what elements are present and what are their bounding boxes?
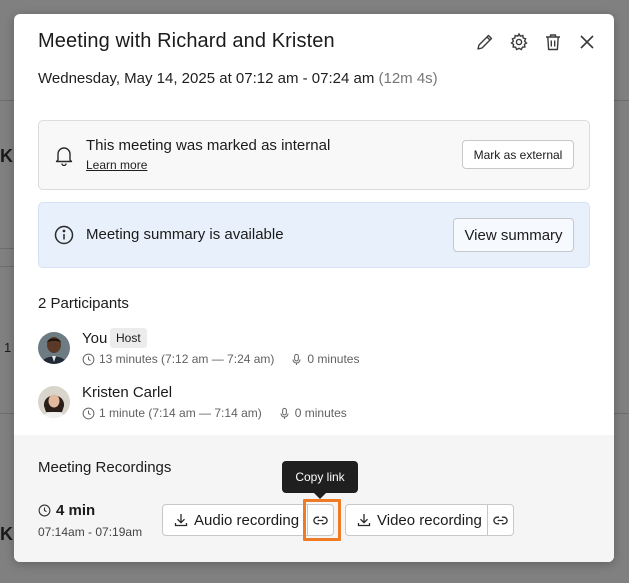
- participant-mic-time: 0 minutes: [307, 352, 360, 366]
- participant-name: Kristen Carlel: [82, 384, 173, 401]
- internal-meeting-notice: This meeting was marked as internal Lear…: [38, 120, 590, 190]
- download-icon: [174, 514, 188, 527]
- meeting-details-dialog: Meeting with Richard and Kristen Wednesd…: [14, 14, 614, 562]
- microphone-icon: [280, 407, 289, 419]
- meeting-duration: (12m 4s): [378, 70, 438, 87]
- bell-icon: [53, 144, 75, 167]
- participant-meta: 13 minutes (7:12 am — 7:24 am) 0 minutes: [82, 352, 359, 366]
- recording-duration: 4 min: [38, 502, 95, 519]
- info-icon: [53, 224, 75, 246]
- meeting-recordings-section: Meeting Recordings 4 min 07:14am - 07:19…: [14, 435, 614, 562]
- video-recording-control: Video recording: [345, 504, 514, 536]
- backdrop-divider: [0, 248, 14, 249]
- close-icon[interactable]: [576, 31, 598, 53]
- clock-icon: [82, 407, 95, 419]
- participant-time: 13 minutes (7:12 am — 7:24 am): [99, 352, 275, 366]
- clock-icon: [38, 504, 51, 517]
- participant-row: You Host 13 minutes (7:12 am — 7:24 am) …: [38, 328, 458, 370]
- edit-icon[interactable]: [474, 31, 496, 53]
- summary-available-notice: Meeting summary is available View summar…: [38, 202, 590, 268]
- view-summary-button[interactable]: View summary: [453, 218, 574, 252]
- copy-video-link-button[interactable]: [487, 505, 513, 535]
- copy-audio-link-button[interactable]: [303, 499, 341, 541]
- video-recording-label: Video recording: [377, 511, 482, 529]
- backdrop-divider: [613, 100, 629, 101]
- participant-mic-time: 0 minutes: [294, 406, 347, 420]
- recordings-heading: Meeting Recordings: [38, 459, 172, 476]
- host-badge: Host: [110, 328, 147, 348]
- avatar: [38, 386, 70, 418]
- summary-notice-title: Meeting summary is available: [86, 226, 284, 243]
- recording-duration-text: 4 min: [56, 502, 96, 519]
- dialog-title: Meeting with Richard and Kristen: [38, 30, 335, 52]
- avatar: [38, 332, 70, 364]
- audio-recording-control: Audio recording: [162, 499, 341, 541]
- meeting-datetime: Wednesday, May 14, 2025 at 07:12 am - 07…: [38, 70, 438, 87]
- trash-icon[interactable]: [542, 31, 564, 53]
- mark-as-external-button[interactable]: Mark as external: [462, 140, 574, 169]
- backdrop-divider: [0, 100, 14, 101]
- link-icon: [493, 516, 508, 524]
- participant-row: Kristen Carlel 1 minute (7:14 am — 7:14 …: [38, 384, 458, 424]
- participant-meta: 1 minute (7:14 am — 7:14 am) 0 minutes: [82, 406, 347, 420]
- dialog-header-actions: [474, 31, 598, 53]
- audio-recording-label: Audio recording: [194, 511, 300, 529]
- learn-more-link[interactable]: Learn more: [86, 158, 147, 172]
- participants-heading: 2 Participants: [38, 295, 129, 312]
- recording-time-range: 07:14am - 07:19am: [38, 525, 143, 539]
- backdrop-divider: [0, 266, 14, 267]
- download-audio-button[interactable]: Audio recording: [163, 505, 307, 535]
- clock-icon: [82, 353, 95, 365]
- copy-link-tooltip: Copy link: [282, 461, 358, 499]
- participant-name: You: [82, 330, 108, 347]
- link-icon: [313, 516, 328, 524]
- backdrop-divider: [613, 413, 629, 414]
- download-video-button[interactable]: Video recording: [346, 505, 487, 535]
- participant-time: 1 minute (7:14 am — 7:14 am): [99, 406, 262, 420]
- meeting-datetime-text: Wednesday, May 14, 2025 at 07:12 am - 07…: [38, 70, 375, 87]
- download-icon: [357, 514, 371, 527]
- backdrop-text-fragment: 1: [4, 340, 12, 355]
- microphone-icon: [292, 353, 301, 365]
- backdrop-divider: [0, 413, 14, 414]
- internal-notice-title: This meeting was marked as internal: [86, 137, 331, 154]
- settings-icon[interactable]: [508, 31, 530, 53]
